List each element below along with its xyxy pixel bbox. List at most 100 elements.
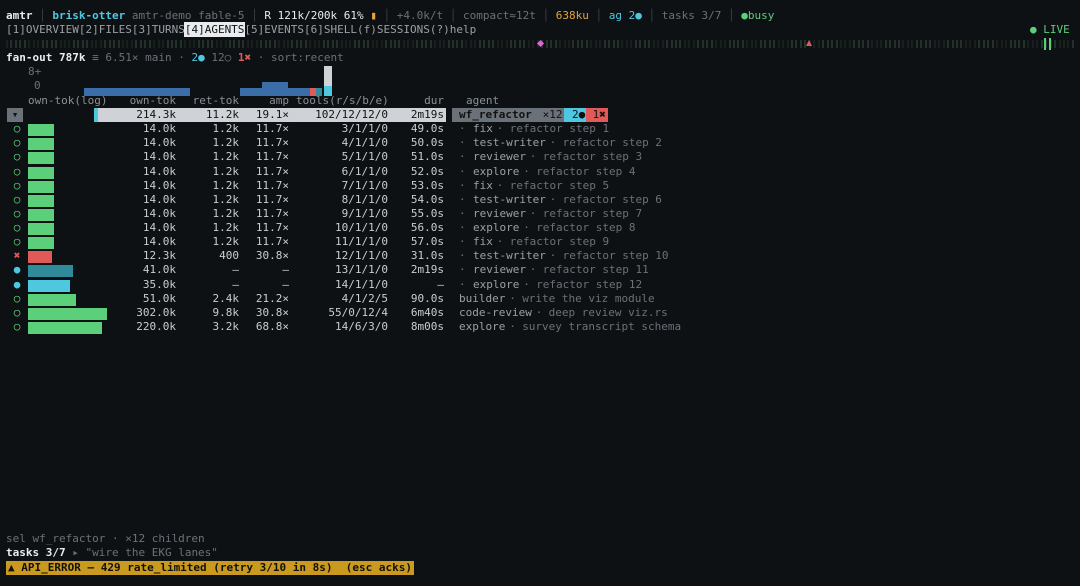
table-row[interactable]: ○ 14.0k 1.2k 11.7× 8/1/1/0 54.0s · test-writer ·… [0,193,1080,207]
activity-tick [996,40,999,48]
tab-agents[interactable]: [4]AGENTS [183,22,246,37]
cell-dur: 57.0s [410,235,444,249]
cell-tools: 7/1/1/0 [341,178,388,192]
activity-tick [947,40,950,48]
table-row[interactable]: ○ 14.0k 1.2k 11.7× 9/1/1/0 55.0s · reviewer · ref… [0,207,1080,221]
cell-ret-tok: 1.2k [212,136,240,150]
activity-tick [46,40,49,48]
cell-agent-task: refactor step 6 [562,192,662,206]
cell-agent-task: refactor step 5 [509,178,610,192]
col-ret[interactable]: ret-tok [180,94,239,108]
table-row[interactable]: ○ 14.0k 1.2k 11.7× 11/1/1/0 57.0s · fix · refacto… [0,235,1080,250]
activity-tick [969,40,972,48]
collapse-toggle-icon[interactable]: ▾ [7,108,23,122]
activity-tick [229,40,231,48]
cell-agent-sep: · [529,150,537,164]
table-row[interactable]: ○ 14.0k 1.2k 11.7× 6/1/1/0 52.0s · explore · refa… [0,165,1080,179]
activity-tick [37,40,40,48]
activity-tick [634,40,637,48]
project-name: amtr-demo fable-5 [131,9,245,22]
activity-tick [973,40,976,48]
activity-tick [844,40,847,48]
cell-agent-role: test-writer [473,136,546,150]
cell-dur: — [437,277,444,291]
tab-overview[interactable]: [1]OVERVIEW [6,23,79,36]
tab-fsessions[interactable]: (f)SESSIONS [357,23,430,36]
activity-tick [799,40,802,48]
table-row[interactable]: ● 41.0k — —13/1/1/0 2m19s · reviewer · refactor … [0,263,1080,278]
cell-agent-sep: · [529,263,537,277]
cell-ret-tok: 1.2k [212,150,240,164]
activity-tick [866,40,869,48]
activity-tick [492,40,495,48]
own-tok-bar [28,321,102,334]
cell-amp: 11.7× [255,221,289,235]
activity-tick [220,40,223,48]
activity-tick [77,40,80,48]
activity-tick [612,40,615,48]
cell-own-tok: 14.0k [142,178,176,192]
activity-tick [300,40,303,48]
table-row[interactable]: ✖ 12.3k 400 30.8× 12/1/1/0 31.0s · test-writer ·… [0,249,1080,264]
table-row[interactable]: ○ 220.0k 3.2k 68.8× 14/6/3/0 8m00s explore · sur… [0,320,1080,334]
cell-agent-task: refactor step 10 [562,249,669,263]
activity-tick [162,40,165,48]
activity-tick [960,40,963,48]
cell-own-tok: 14.0k [142,150,176,164]
cell-ret-tok: 2.4k [212,291,240,305]
cell-amp: 11.7× [255,235,289,249]
activity-tick [318,40,321,48]
activity-tick [19,40,22,48]
cell-dur: 90.0s [410,291,444,305]
session-name[interactable]: brisk-otter [52,9,125,22]
table-row[interactable]: ○ 14.0k 1.2k 11.7× 3/1/1/0 49.0s · fix · refactor… [0,122,1080,137]
col-tools[interactable]: tools(r/s/b/e) [296,94,389,108]
activity-tick [72,40,75,48]
tab-files[interactable]: [2]FILES [79,23,132,36]
activity-tick [509,40,512,48]
table-row[interactable]: ○ 14.0k 1.2k 11.7× 7/1/1/0 53.0s · fix · refactor… [0,179,1080,193]
cell-ret-tok: — [232,263,239,277]
activity-tick [951,40,954,48]
own-tok-bar [28,138,54,151]
tab-turns[interactable]: [3]TURNS [132,23,185,36]
activity-tick [594,40,597,48]
table-row[interactable]: ● 35.0k — —14/1/1/0— · explore · refactor step … [0,278,1080,292]
api-error-banner[interactable]: ▲ API_ERROR — 429 rate_limited (retry 3/… [6,561,414,575]
activity-tick [63,40,66,48]
col-own[interactable]: own-tok [100,94,176,108]
activity-tick [831,40,834,48]
alert-triangle-icon [806,40,812,46]
activity-tick [1036,40,1039,48]
done-icon: ○ [13,305,21,319]
cell-tools: 14/6/3/0 [335,319,388,333]
table-row[interactable]: ○ 51.0k 2.4k 21.2× 4/1/2/5 90.0s builder · write… [0,292,1080,306]
table-row-selected[interactable]: ▾ 214.3k 11.2k 19.1× 102/12/12/0 2m19s wf_refa… [0,108,1080,122]
activity-tick [353,40,356,48]
cell-agent-role: test-writer [473,249,546,263]
col-agent[interactable]: agent [466,94,499,108]
cell-agent-sep: · [523,164,530,178]
tab-events[interactable]: [5]EVENTS [244,23,304,36]
activity-tick [706,40,709,48]
table-row[interactable]: ○ 14.0k 1.2k 11.7× 4/1/1/0 50.0s · test-writer ·… [0,136,1080,151]
activity-tick [331,40,334,48]
activity-tick [135,40,138,48]
tree-dot: · [459,192,466,206]
table-row[interactable]: ○ 14.0k 1.2k 11.7× 10/1/1/0 56.0s · explore · ref… [0,221,1080,236]
activity-tick [750,40,753,48]
cell-ret-tok: 1.2k [212,206,240,220]
activity-tick [1031,40,1034,48]
activity-tick [10,40,13,48]
col-amp[interactable]: amp [242,94,289,108]
sort-mode[interactable]: · sort:recent [251,51,344,64]
table-row[interactable]: ○ 14.0k 1.2k 11.7× 5/1/1/0 51.0s · reviewer · ref… [0,150,1080,165]
activity-tick [193,40,196,48]
cell-amp: 30.8× [255,249,289,263]
tab-help[interactable]: (?)help [430,23,476,36]
col-dur[interactable]: dur [392,94,444,108]
activity-tick [728,40,731,48]
col-own-log[interactable]: own-tok(log) [28,94,107,108]
table-row[interactable]: ○ 302.0k 9.8k 30.8× 55/0/12/4 6m40s code-revie… [0,306,1080,320]
tab-shell[interactable]: [6]SHELL [304,23,357,36]
